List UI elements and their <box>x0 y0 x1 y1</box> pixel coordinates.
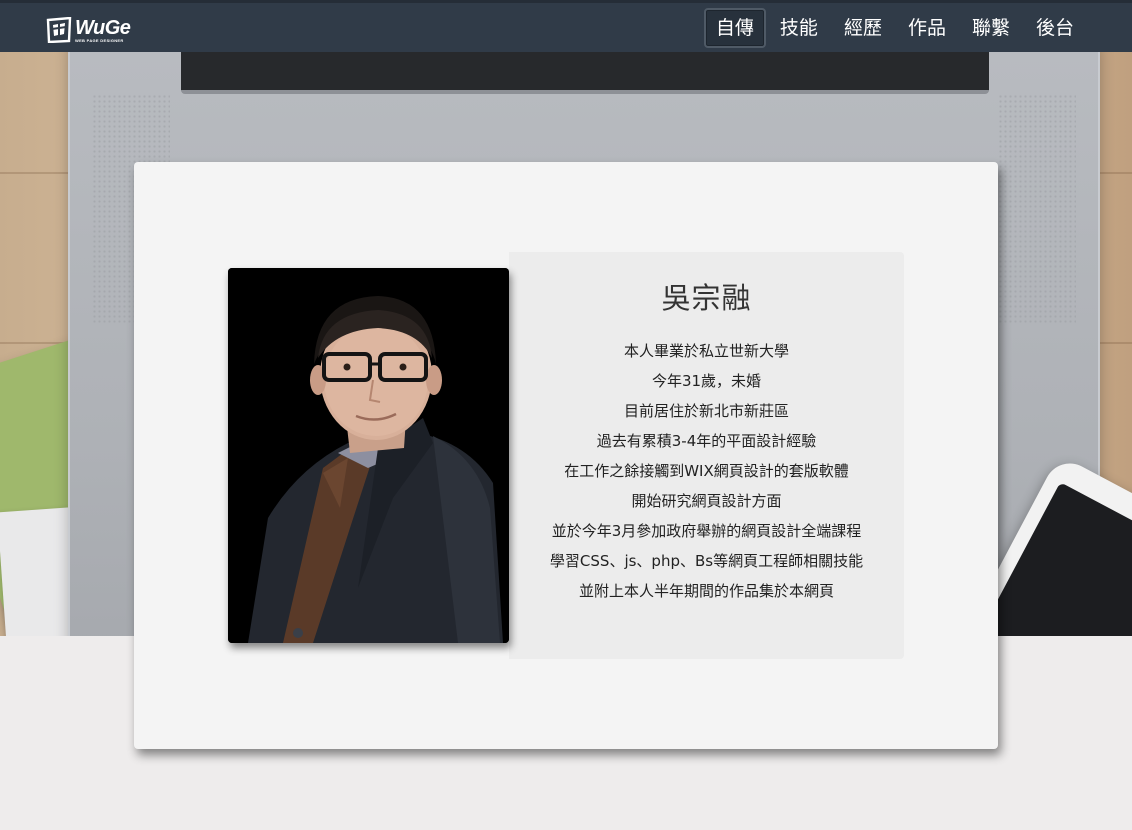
brand-logo[interactable]: WuGe WEB PAGE DESIGNER <box>46 16 131 44</box>
logo-subtitle: WEB PAGE DESIGNER <box>75 37 124 43</box>
bio-line: 並附上本人半年期間的作品集於本網頁 <box>578 582 834 600</box>
laptop-screen-edge <box>181 52 989 94</box>
bio-line: 過去有累積3-4年的平面設計經驗 <box>596 432 817 450</box>
bio-line: 並於今年3月參加政府舉辦的網頁設計全端課程 <box>551 522 862 540</box>
profile-name: 吳宗融 <box>661 281 752 315</box>
top-navbar: WuGe WEB PAGE DESIGNER 自傳 技能 經歷 作品 聯繫 後台 <box>0 0 1132 52</box>
portrait-image <box>228 268 509 643</box>
bio-panel: 吳宗融 本人畢業於私立世新大學 今年31歲，未婚 目前居住於新北市新莊區 過去有… <box>509 252 904 659</box>
bio-line: 學習CSS、js、php、Bs等網頁工程師相關技能 <box>549 552 864 570</box>
speaker-grille <box>998 94 1076 324</box>
nav-item-admin[interactable]: 後台 <box>1024 8 1086 48</box>
logo-icon <box>46 17 72 43</box>
nav-item-autobiography[interactable]: 自傳 <box>703 8 766 48</box>
logo-word: WuGe <box>75 16 131 39</box>
nav-item-works[interactable]: 作品 <box>896 8 958 48</box>
bio-line: 開始研究網頁設計方面 <box>631 492 782 510</box>
nav-item-contact[interactable]: 聯繫 <box>960 8 1022 48</box>
profile-photo <box>228 268 509 643</box>
profile-card: 吳宗融 本人畢業於私立世新大學 今年31歲，未婚 目前居住於新北市新莊區 過去有… <box>134 162 998 749</box>
bio-line: 目前居住於新北市新莊區 <box>623 402 789 420</box>
nav-item-experience[interactable]: 經歷 <box>832 8 894 48</box>
main-nav: 自傳 技能 經歷 作品 聯繫 後台 <box>702 7 1086 49</box>
bio-text-list: 本人畢業於私立世新大學 今年31歲，未婚 目前居住於新北市新莊區 過去有累積3-… <box>509 336 904 606</box>
logo-wordmark: WuGe WEB PAGE DESIGNER <box>75 16 131 43</box>
nav-item-skills[interactable]: 技能 <box>768 8 830 48</box>
bio-line: 在工作之餘接觸到WIX網頁設計的套版軟體 <box>564 462 849 480</box>
bio-line: 今年31歲，未婚 <box>651 372 762 390</box>
bio-line: 本人畢業於私立世新大學 <box>623 342 789 360</box>
